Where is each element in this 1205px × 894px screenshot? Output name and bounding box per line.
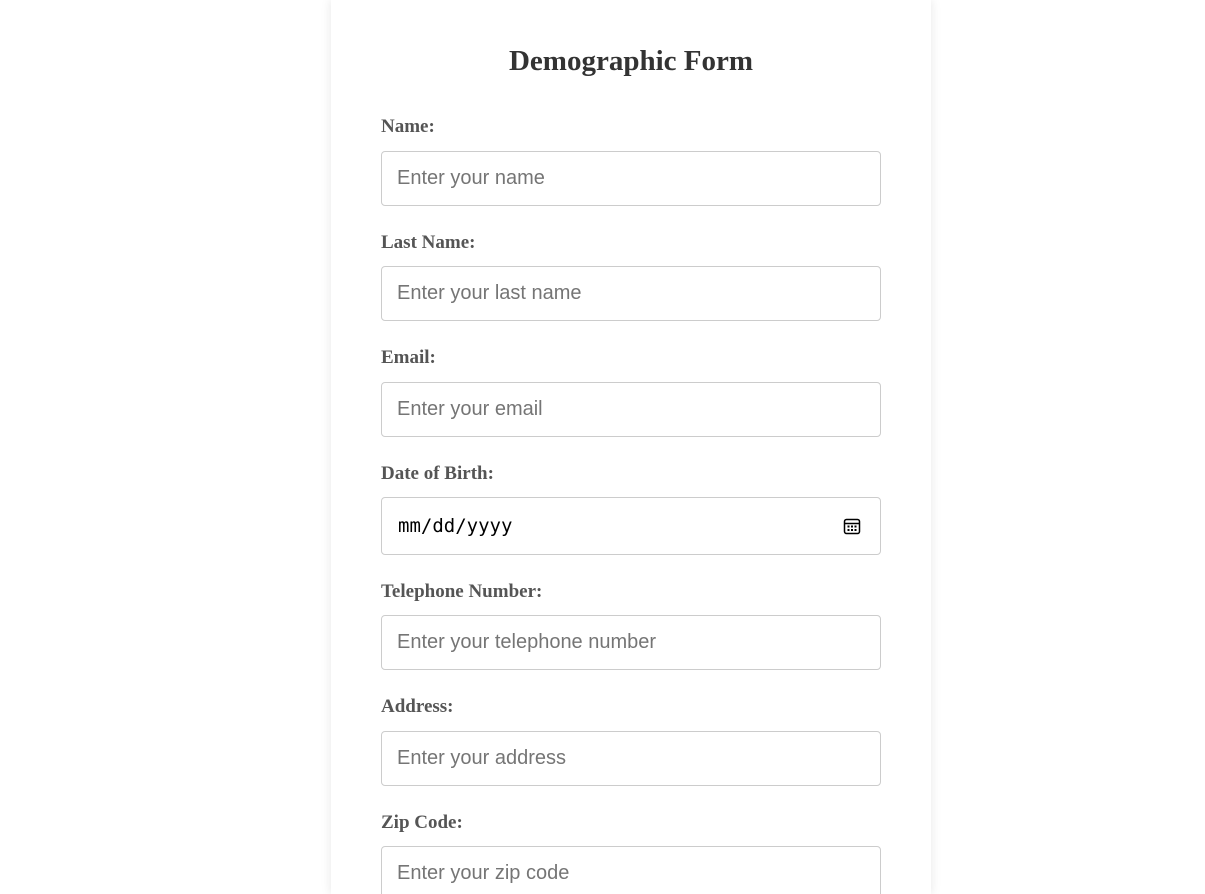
form-card: Demographic Form Name: Last Name: Email:… (331, 0, 931, 894)
last-name-label: Last Name: (381, 232, 476, 253)
page-title: Demographic Form (508, 45, 754, 77)
telephone-label: Telephone Number: (381, 581, 543, 602)
address-label: Address: (381, 696, 454, 717)
calendar-icon[interactable] (843, 517, 861, 535)
date-of-birth-label: Date of Birth: (381, 463, 494, 484)
email-input[interactable] (381, 382, 881, 437)
name-label: Name: (381, 116, 435, 137)
last-name-input[interactable] (381, 266, 881, 321)
telephone-input[interactable] (381, 615, 881, 670)
address-input[interactable] (381, 731, 881, 786)
name-input[interactable] (381, 151, 881, 206)
email-label: Email: (381, 347, 436, 368)
zip-code-input[interactable] (381, 846, 881, 894)
zip-code-label: Zip Code: (381, 812, 463, 833)
date-of-birth-value: mm/dd/yyyy (398, 515, 513, 537)
date-of-birth-input[interactable]: mm/dd/yyyy (381, 497, 881, 555)
